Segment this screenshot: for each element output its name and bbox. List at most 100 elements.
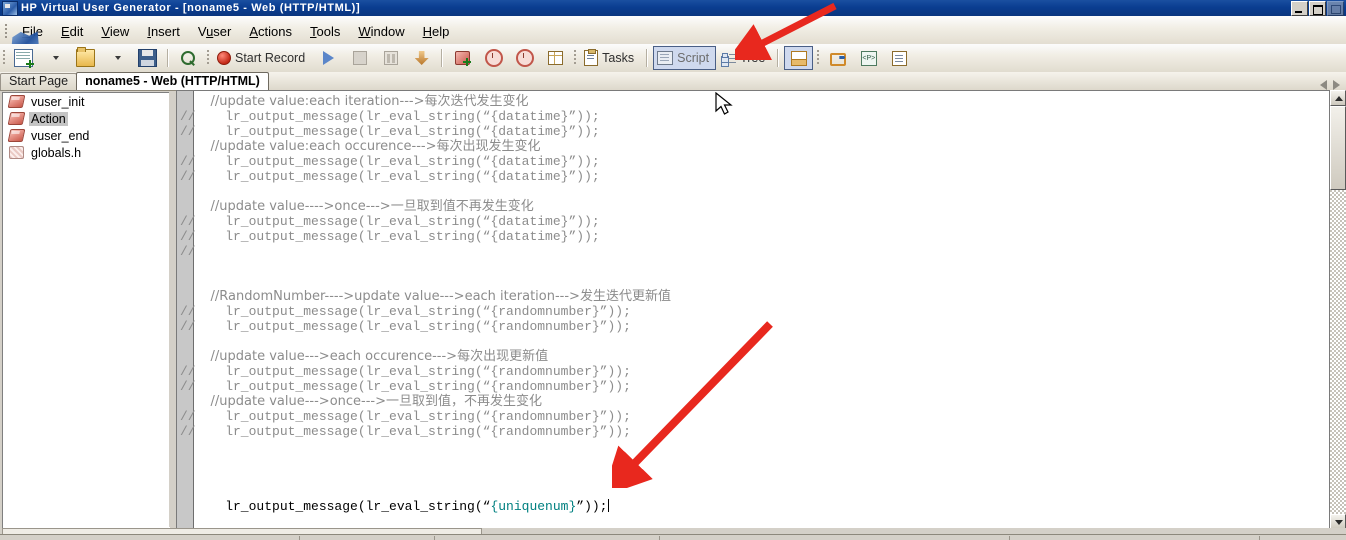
- comment-slash-marker: //: [180, 169, 196, 184]
- menu-item-tools[interactable]: Tools: [301, 22, 349, 44]
- menu-bar: File Edit View Insert Vuser Actions Tool…: [0, 16, 1346, 52]
- runtime-settings-button[interactable]: [823, 46, 852, 70]
- text-caret: [607, 499, 609, 512]
- code-line-text: [194, 274, 1331, 289]
- code-line-text: lr_output_message(lr_eval_string(“{rando…: [194, 409, 631, 424]
- menu-item-actions[interactable]: Actions: [240, 22, 301, 44]
- code-line-comment: // lr_output_message(lr_eval_string(“{ra…: [180, 409, 1331, 424]
- restore-button[interactable]: [1309, 1, 1326, 16]
- sidebar-item-action[interactable]: Action: [3, 110, 169, 127]
- code-line-comment: // lr_output_message(lr_eval_string(“{ra…: [180, 364, 1331, 379]
- toolbar-grip-settings[interactable]: [814, 47, 822, 69]
- code-string-uniquenum: {uniquenum}: [490, 499, 577, 514]
- menu-item-vuser[interactable]: Vuser: [189, 22, 241, 44]
- action-icon: [7, 95, 26, 108]
- tab-noname5[interactable]: noname5 - Web (HTTP/HTML): [76, 72, 269, 90]
- start-transaction-button[interactable]: [479, 46, 508, 70]
- sidebar-item-label: vuser_init: [31, 94, 85, 109]
- menu-item-view[interactable]: View: [92, 22, 138, 44]
- code-line-comment: //update value:each iteration--->每次迭代发生变…: [194, 94, 1331, 109]
- open-button[interactable]: [71, 46, 100, 70]
- comment-slash-marker: //: [180, 109, 196, 124]
- code-line-text: lr_output_message(lr_eval_string(“{datat…: [194, 229, 600, 244]
- find-button[interactable]: [174, 46, 203, 70]
- toolbar-grip-file[interactable]: [0, 47, 8, 69]
- code-line-text: lr_output_message(lr_eval_string(“{rando…: [194, 304, 631, 319]
- code-line-comment: // lr_output_message(lr_eval_string(“{da…: [180, 124, 1331, 139]
- rendezvous-button[interactable]: [541, 46, 570, 70]
- snapshot-button[interactable]: [885, 46, 914, 70]
- stop-button[interactable]: [345, 46, 374, 70]
- menu-item-insert[interactable]: Insert: [138, 22, 189, 44]
- tasks-icon: [584, 49, 599, 66]
- status-cell-4: [660, 535, 1010, 540]
- menu-item-window[interactable]: Window: [349, 22, 413, 44]
- search-icon: [180, 50, 197, 66]
- menu-label-tools: ools: [316, 24, 341, 39]
- code-text-area[interactable]: //update value:each iteration--->每次迭代发生变…: [180, 91, 1331, 531]
- comment-slash-marker: //: [180, 364, 196, 379]
- sidebar-item-globals-h[interactable]: globals.h: [3, 144, 169, 161]
- save-button[interactable]: [133, 46, 162, 70]
- code-line-text: [194, 244, 1331, 259]
- menu-item-edit[interactable]: Edit: [52, 22, 92, 44]
- code-line-blank: [194, 259, 1331, 274]
- tasks-button[interactable]: Tasks: [580, 46, 641, 70]
- comment-slash-marker: //: [180, 229, 196, 244]
- close-button[interactable]: [1327, 1, 1344, 16]
- menu-item-help[interactable]: Help: [414, 22, 459, 44]
- code-line-comment: // lr_output_message(lr_eval_string(“{ra…: [180, 304, 1331, 319]
- code-line-text: lr_output_message(lr_eval_string(“{rando…: [194, 364, 631, 379]
- sidebar-item-label: Action: [29, 111, 68, 126]
- window-controls[interactable]: [1291, 1, 1344, 16]
- menu-item-file[interactable]: File: [13, 22, 52, 44]
- split-view-button[interactable]: [784, 46, 814, 70]
- pause-button[interactable]: [376, 46, 405, 70]
- pause-icon: [383, 51, 398, 65]
- editor-vertical-scrollbar[interactable]: [1329, 90, 1346, 530]
- code-line-text: [194, 454, 1331, 469]
- save-disk-icon: [138, 49, 157, 67]
- new-step-button[interactable]: [448, 46, 477, 70]
- new-step-icon: [455, 51, 472, 66]
- new-button[interactable]: [9, 46, 38, 70]
- tab-start-page[interactable]: Start Page: [0, 73, 78, 90]
- code-line-comment: // lr_output_message(lr_eval_string(“{ra…: [180, 379, 1331, 394]
- tab-prev-icon[interactable]: [1320, 80, 1327, 90]
- code-editor[interactable]: //update value:each iteration--->每次迭代发生变…: [176, 90, 1331, 532]
- sidebar-item-vuser-init[interactable]: vuser_init: [3, 93, 169, 110]
- code-line-comment: // lr_output_message(lr_eval_string(“{da…: [180, 214, 1331, 229]
- scroll-up-button[interactable]: [1330, 90, 1346, 106]
- start-record-button[interactable]: Start Record: [213, 46, 312, 70]
- scrollbar-thumb[interactable]: [1330, 106, 1346, 190]
- code-line-text: //update value:each iteration--->每次迭代发生变…: [194, 94, 529, 109]
- toolbar-grip-record[interactable]: [204, 47, 212, 69]
- chevron-down-icon: [52, 56, 59, 60]
- run-button[interactable]: [314, 46, 343, 70]
- script-view-button[interactable]: Script: [653, 46, 717, 70]
- open-dropdown-button[interactable]: [102, 46, 131, 70]
- tree-view-button[interactable]: Tree: [718, 46, 772, 70]
- end-transaction-button[interactable]: [510, 46, 539, 70]
- pane-splitter[interactable]: [169, 92, 174, 527]
- compile-arrow-icon: [414, 51, 429, 65]
- code-line-comment: // lr_output_message(lr_eval_string(“{da…: [180, 154, 1331, 169]
- record-icon: [217, 51, 231, 65]
- split-view-icon: [790, 50, 807, 66]
- minimize-button[interactable]: [1291, 1, 1308, 16]
- compile-button[interactable]: [407, 46, 436, 70]
- parameter-list-icon: <P>: [860, 50, 877, 66]
- comment-slash-marker: //: [180, 124, 196, 139]
- toolbar-grip-view[interactable]: [571, 47, 579, 69]
- scrollbar-track[interactable]: [1330, 106, 1346, 514]
- sidebar-item-vuser-end[interactable]: vuser_end: [3, 127, 169, 144]
- sidebar-item-label: globals.h: [31, 145, 82, 160]
- play-icon: [323, 51, 335, 65]
- parameter-list-button[interactable]: <P>: [854, 46, 883, 70]
- comment-slash-marker: //: [180, 214, 196, 229]
- menu-grip[interactable]: [2, 22, 11, 42]
- new-dropdown-button[interactable]: [40, 46, 69, 70]
- comment-slash-marker: //: [180, 304, 196, 319]
- tab-next-icon[interactable]: [1333, 80, 1340, 90]
